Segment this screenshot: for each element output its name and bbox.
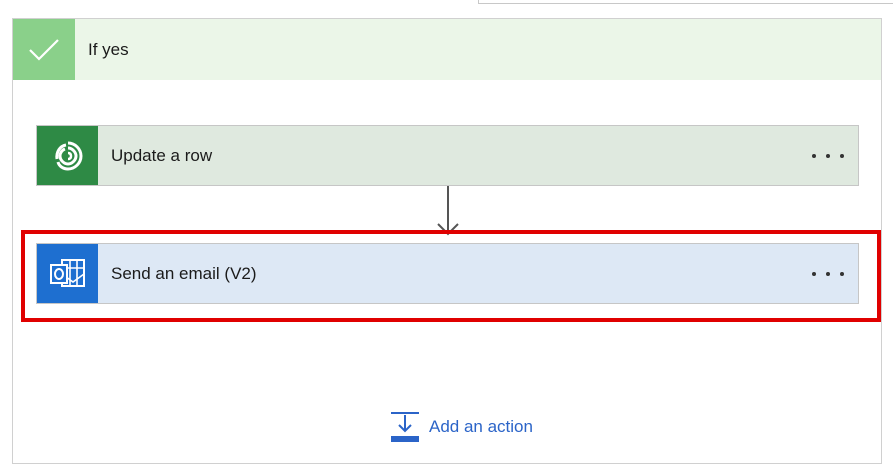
add-action-label: Add an action bbox=[429, 417, 533, 436]
more-options-icon[interactable] bbox=[812, 262, 844, 286]
add-action-button[interactable]: Add an action bbox=[391, 412, 533, 442]
action-card-send-an-email[interactable]: Send an email (V2) bbox=[36, 243, 859, 304]
if-yes-branch: If yes Update a row Send an email (V2) A… bbox=[12, 18, 882, 464]
outlook-icon bbox=[37, 244, 98, 303]
dataverse-icon bbox=[37, 126, 98, 185]
add-action-icon bbox=[391, 412, 419, 442]
action-title: Update a row bbox=[111, 146, 213, 165]
action-title: Send an email (V2) bbox=[111, 264, 257, 283]
action-card-update-a-row[interactable]: Update a row bbox=[36, 125, 859, 186]
branch-title: If yes bbox=[88, 40, 129, 59]
top-panel-edge bbox=[478, 0, 893, 4]
connector-arrow-icon bbox=[437, 223, 459, 236]
checkmark-icon bbox=[13, 19, 75, 80]
branch-header[interactable]: If yes bbox=[13, 19, 881, 80]
more-options-icon[interactable] bbox=[812, 144, 844, 168]
